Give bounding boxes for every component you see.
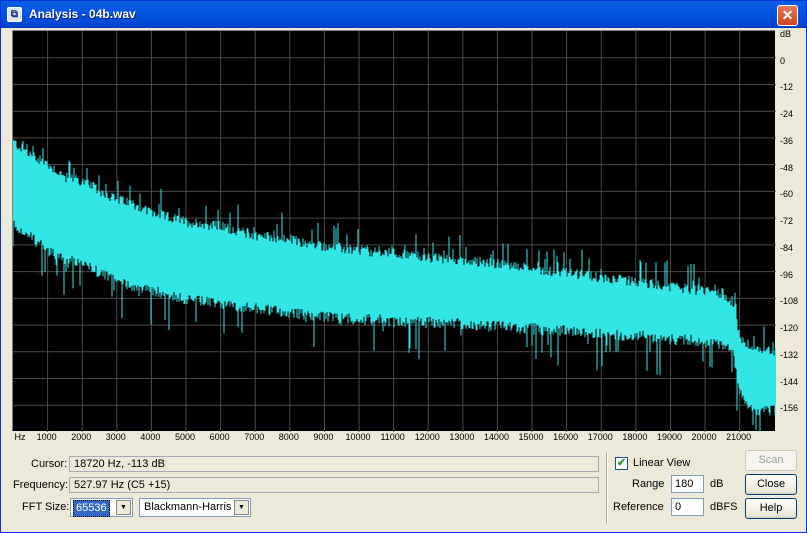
spectrum-line: [13, 139, 776, 432]
x-tick-label: 15000: [518, 432, 544, 442]
reference-unit: dBFS: [710, 501, 738, 513]
frequency-readout: 527.97 Hz (C5 +15): [69, 477, 599, 493]
y-tick-label: -120: [780, 323, 799, 334]
y-tick-label: -132: [780, 349, 799, 360]
x-tick-label: 21000: [726, 432, 752, 442]
range-label: Range: [632, 478, 665, 490]
y-tick-label: dB: [780, 29, 792, 39]
fft-size-label: FFT Size:: [22, 501, 70, 513]
x-tick-label: 11000: [380, 432, 405, 442]
x-tick-label: 1000: [36, 432, 57, 442]
divider: [606, 453, 608, 523]
reference-input[interactable]: 0: [671, 498, 704, 516]
linear-view-label[interactable]: Linear View: [633, 457, 690, 469]
x-tick-label: 3000: [105, 432, 126, 442]
close-button[interactable]: Close: [745, 474, 797, 495]
x-tick-label: 2000: [71, 432, 92, 442]
fft-size-value: 65536: [73, 500, 110, 517]
help-button[interactable]: Help: [745, 498, 797, 519]
linear-view-checkbox[interactable]: ✔: [615, 457, 628, 470]
fft-size-select[interactable]: 65536 ▼: [70, 498, 133, 517]
y-tick-label: -144: [780, 376, 799, 387]
frequency-label: Frequency:: [13, 479, 69, 491]
y-tick-label: -84: [780, 242, 794, 253]
spectrum-plot[interactable]: [12, 30, 776, 432]
window-function-value: Blackmann-Harris: [144, 501, 232, 513]
scan-button[interactable]: Scan: [745, 450, 797, 471]
window-close-button[interactable]: ✕: [777, 5, 798, 26]
range-input[interactable]: 180: [671, 475, 704, 493]
x-tick-label: 5000: [175, 432, 196, 442]
y-tick-label: -60: [780, 189, 794, 200]
y-tick-label: -96: [780, 269, 794, 280]
x-tick-label: 16000: [553, 432, 579, 442]
y-tick-label: -12: [780, 82, 794, 93]
y-tick-label: -48: [780, 162, 794, 173]
spectrum-svg: [13, 31, 776, 432]
x-tick-label: 17000: [587, 432, 613, 442]
x-tick-label: 19000: [656, 432, 682, 442]
y-axis-labels: dB 0 -12 -24 -36 -48 -60 -72 -84 -96 -108 -120 -132 -…: [776, 29, 806, 435]
window-function-select[interactable]: Blackmann-Harris ▼: [139, 498, 251, 517]
x-tick-label: 13000: [449, 432, 475, 442]
x-tick-label: 7000: [244, 432, 265, 442]
y-tick-label: 0: [780, 55, 786, 66]
title-bar[interactable]: ⧉ Analysis - 04b.wav ✕: [1, 1, 806, 28]
x-tick-label: 14000: [483, 432, 509, 442]
y-tick-label: -36: [780, 135, 794, 146]
range-unit: dB: [710, 478, 724, 490]
chevron-down-icon[interactable]: ▼: [116, 500, 131, 515]
window-title: Analysis - 04b.wav: [29, 7, 136, 21]
chevron-down-icon[interactable]: ▼: [234, 500, 249, 515]
x-tick-label: 9000: [313, 432, 334, 442]
y-tick-label: -108: [780, 296, 799, 307]
app-icon[interactable]: ⧉: [7, 7, 22, 22]
reference-label: Reference: [613, 501, 664, 513]
x-tick-label: 20000: [691, 432, 717, 442]
x-tick-label: 10000: [345, 432, 371, 442]
x-tick-label: 18000: [622, 432, 648, 442]
cursor-label: Cursor:: [31, 458, 68, 470]
analysis-window: ⧉ Analysis - 04b.wav ✕ dB 0 -12 -24 -36 -48 -6…: [0, 0, 807, 533]
x-axis-labels: Hz 1000 2000 3000 4000 5000 6000 7000 8000 9000 10…: [1, 432, 807, 446]
cursor-readout: 18720 Hz, -113 dB: [69, 456, 599, 472]
y-tick-label: -72: [780, 216, 794, 227]
x-tick-label: 8000: [278, 432, 299, 442]
y-tick-label: -156: [780, 403, 799, 414]
x-tick-label: 12000: [414, 432, 440, 442]
x-tick-label: 4000: [140, 432, 161, 442]
y-tick-label: -24: [780, 109, 794, 120]
x-tick-label: 6000: [209, 432, 230, 442]
x-tick-label: Hz: [14, 432, 26, 442]
